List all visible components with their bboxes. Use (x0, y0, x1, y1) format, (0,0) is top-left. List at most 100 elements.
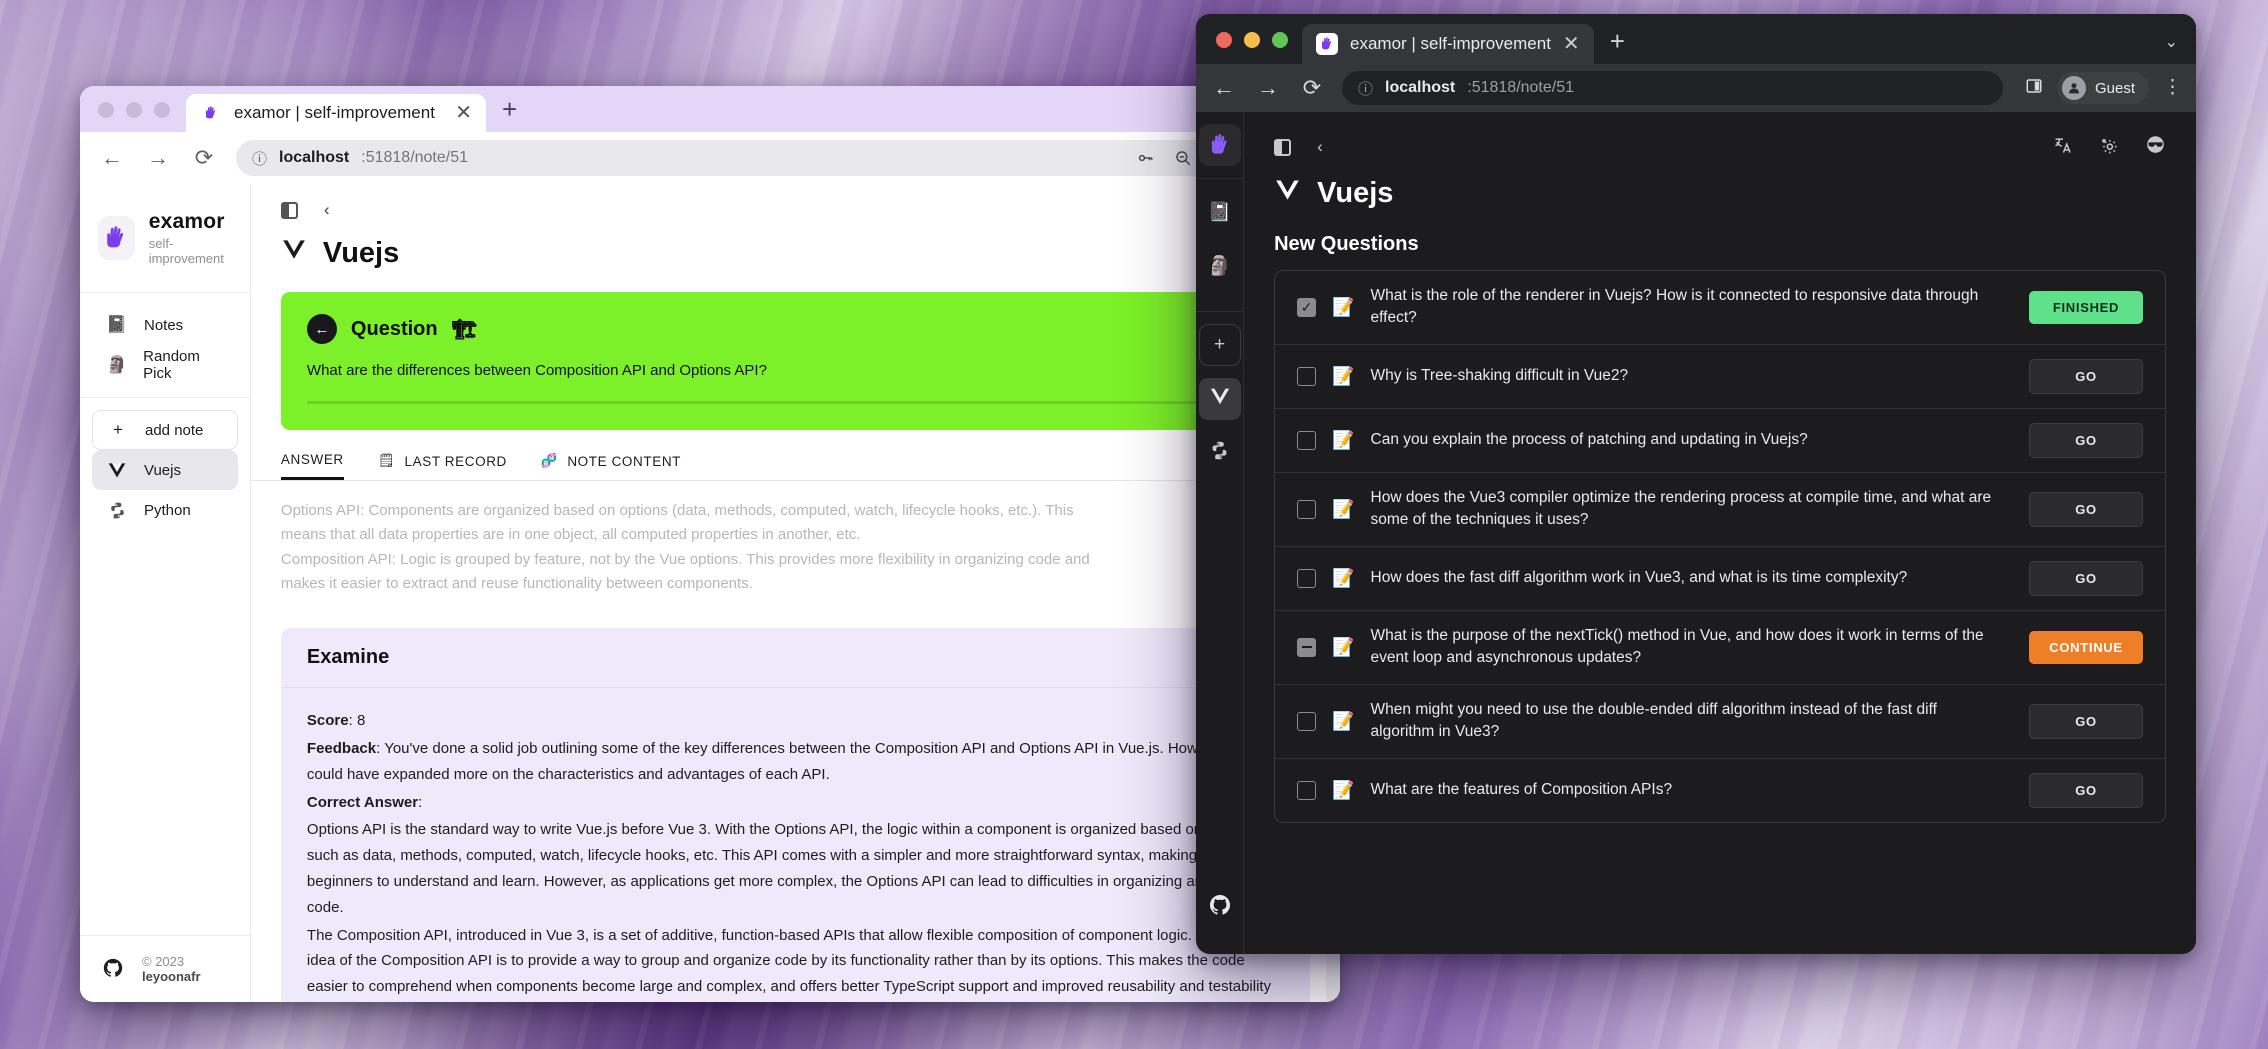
back-browser-toolbar: ← → ⟳ ⓘ localhost :51818/note/51 (80, 132, 1340, 184)
row-action-button[interactable]: GO (2029, 358, 2143, 394)
chevron-left-icon[interactable]: ‹ (1317, 137, 1323, 157)
row-checkbox[interactable] (1297, 499, 1317, 519)
table-row[interactable]: 📝 What are the features of Composition A… (1275, 759, 2165, 822)
panel-toggle-icon[interactable] (280, 201, 298, 219)
row-action-button[interactable]: GO (2029, 491, 2143, 527)
rail-item-python[interactable] (1199, 432, 1241, 474)
rail-item-random-pick[interactable]: 🗿 (1199, 245, 1241, 287)
reload-icon[interactable]: ⟳ (190, 144, 218, 172)
answer-line: Composition API: Logic is grouped by fea… (280, 550, 1090, 568)
maximize-window-button[interactable] (154, 102, 170, 118)
browser-tab[interactable]: examor | self-improvement ✕ (186, 94, 486, 132)
sidebar-item-notes[interactable]: 📓 Notes (92, 305, 238, 345)
answer-line: means that all data properties are in on… (280, 526, 861, 544)
zoom-out-icon[interactable] (1174, 149, 1192, 167)
sidebar-item-python[interactable]: Python (92, 490, 238, 530)
profile-button[interactable]: Guest (2056, 72, 2149, 104)
row-action-button[interactable]: CONTINUE (2029, 630, 2143, 664)
back-tab-title: examor | self-improvement (234, 103, 435, 122)
examine-panel: Examine Score: 8 Feedback: You've done a… (280, 628, 1310, 1002)
row-checkbox[interactable] (1297, 568, 1317, 588)
back-address-bar[interactable]: ⓘ localhost :51818/note/51 (236, 140, 1322, 176)
front-main-toolbar: ‹ (1274, 134, 2166, 160)
sunglasses-face-icon[interactable] (2145, 134, 2166, 160)
arrow-left-icon[interactable]: ← (306, 314, 337, 344)
table-row[interactable]: 📝 How does the Vue3 compiler optimize th… (1275, 473, 2165, 547)
chevron-down-icon[interactable]: ⌄ (2165, 32, 2178, 52)
info-circle-icon[interactable]: ⓘ (252, 148, 267, 169)
table-row[interactable]: 📝 How does the fast diff algorithm work … (1275, 547, 2165, 611)
row-action-button[interactable]: GO (2029, 422, 2143, 458)
close-window-button[interactable] (98, 102, 114, 118)
github-icon[interactable] (102, 957, 124, 982)
front-toolbar-right: Guest ⋮ (2025, 72, 2182, 104)
chevron-left-icon[interactable]: ‹ (324, 200, 330, 220)
settings-gear-icon[interactable] (2099, 135, 2119, 160)
key-icon[interactable] (1136, 149, 1154, 167)
close-window-button[interactable] (1216, 32, 1232, 48)
row-checkbox[interactable] (1297, 711, 1317, 731)
front-page-content: 📓 🗿 + ‹ Vuejs New Questions ✓ 📝 What is … (1196, 112, 2196, 954)
construction-worker-emoji: 🏗 (451, 318, 477, 341)
examor-hand-icon[interactable] (1198, 124, 1241, 166)
row-checkbox[interactable] (1297, 430, 1317, 450)
arrow-right-icon[interactable]: → (144, 144, 172, 172)
examor-hand-icon (200, 102, 222, 124)
row-checkbox[interactable] (1297, 780, 1317, 800)
front-tabstrip: examor | self-improvement ✕ + ⌄ (1196, 14, 2196, 64)
table-row[interactable]: 📝 Can you explain the process of patchin… (1275, 409, 2165, 473)
clipboard-clock-icon: 🗒 (377, 453, 396, 468)
info-circle-icon[interactable]: ⓘ (1358, 78, 1373, 99)
side-panel-icon[interactable] (2025, 77, 2043, 100)
plus-icon[interactable]: + (1594, 28, 1641, 64)
memo-icon: 📝 (1332, 779, 1355, 800)
row-action-button[interactable]: GO (2029, 772, 2143, 808)
browser-tab[interactable]: examor | self-improvement ✕ (1302, 24, 1594, 64)
arrow-left-icon[interactable]: ← (1210, 74, 1238, 102)
table-row[interactable]: 📝 When might you need to use the double-… (1275, 685, 2165, 759)
row-checkbox[interactable]: ✓ (1297, 297, 1317, 317)
reload-icon[interactable]: ⟳ (1298, 74, 1326, 102)
front-address-bar[interactable]: ⓘ localhost :51818/note/51 (1342, 71, 2003, 105)
tab-note-content[interactable]: 🧬 NOTE CONTENT (541, 452, 681, 480)
sidebar-item-add-note[interactable]: + add note (92, 410, 238, 450)
table-row[interactable]: ✓ 📝 What is the role of the renderer in … (1275, 271, 2165, 345)
back-app-sidebar: examor self-improvement 📓 Notes 🗿 Random… (80, 184, 251, 1002)
plus-icon[interactable]: + (486, 96, 533, 132)
row-checkbox[interactable] (1297, 366, 1317, 386)
row-action-button[interactable]: GO (2029, 703, 2143, 739)
arrow-left-icon[interactable]: ← (98, 144, 126, 172)
answer-line: makes it easier to extract and reuse fun… (280, 574, 753, 592)
rail-item-vuejs[interactable] (1198, 378, 1241, 420)
url-path: :51818/note/51 (361, 149, 469, 166)
row-action-button[interactable]: FINISHED (2029, 290, 2143, 324)
browser-window-back[interactable]: examor | self-improvement ✕ + ← → ⟳ ⓘ lo… (80, 86, 1340, 1002)
row-checkbox[interactable] (1297, 637, 1317, 657)
panel-toggle-icon[interactable] (1274, 138, 1292, 156)
tab-answer[interactable]: ANSWER (280, 452, 344, 480)
github-icon[interactable] (1199, 884, 1241, 926)
browser-window-front[interactable]: examor | self-improvement ✕ + ⌄ ← → ⟳ ⓘ … (1196, 14, 2196, 954)
maximize-window-button[interactable] (1272, 32, 1288, 48)
translate-icon[interactable] (2053, 135, 2073, 160)
row-action-button[interactable]: GO (2029, 560, 2143, 596)
sidebar-item-random-pick[interactable]: 🗿 Random Pick (92, 345, 238, 385)
back-traffic-lights[interactable] (80, 102, 186, 132)
close-icon[interactable]: ✕ (1563, 34, 1580, 54)
front-traffic-lights[interactable] (1196, 32, 1302, 64)
sidebar-item-vuejs[interactable]: Vuejs (92, 450, 238, 490)
arrow-right-icon[interactable]: → (1254, 74, 1282, 102)
table-row[interactable]: 📝 What is the purpose of the nextTick() … (1275, 611, 2165, 685)
answer-input[interactable]: Options API: Components are organized ba… (251, 481, 1340, 606)
question-text: How does the fast diff algorithm work in… (1370, 569, 1908, 587)
minimize-window-button[interactable] (126, 102, 142, 118)
question-text: What is the role of the renderer in Vuej… (1370, 287, 1979, 327)
notebook-icon: 📓 (106, 315, 128, 334)
tab-last-record[interactable]: 🗒 LAST RECORD (378, 452, 507, 480)
minimize-window-button[interactable] (1244, 32, 1260, 48)
close-icon[interactable]: ✕ (455, 103, 472, 123)
three-dot-menu-icon[interactable]: ⋮ (2163, 78, 2182, 98)
rail-item-notes[interactable]: 📓 (1199, 191, 1241, 233)
rail-item-add-note[interactable]: + (1198, 324, 1241, 366)
table-row[interactable]: 📝 Why is Tree-shaking difficult in Vue2?… (1275, 345, 2165, 409)
